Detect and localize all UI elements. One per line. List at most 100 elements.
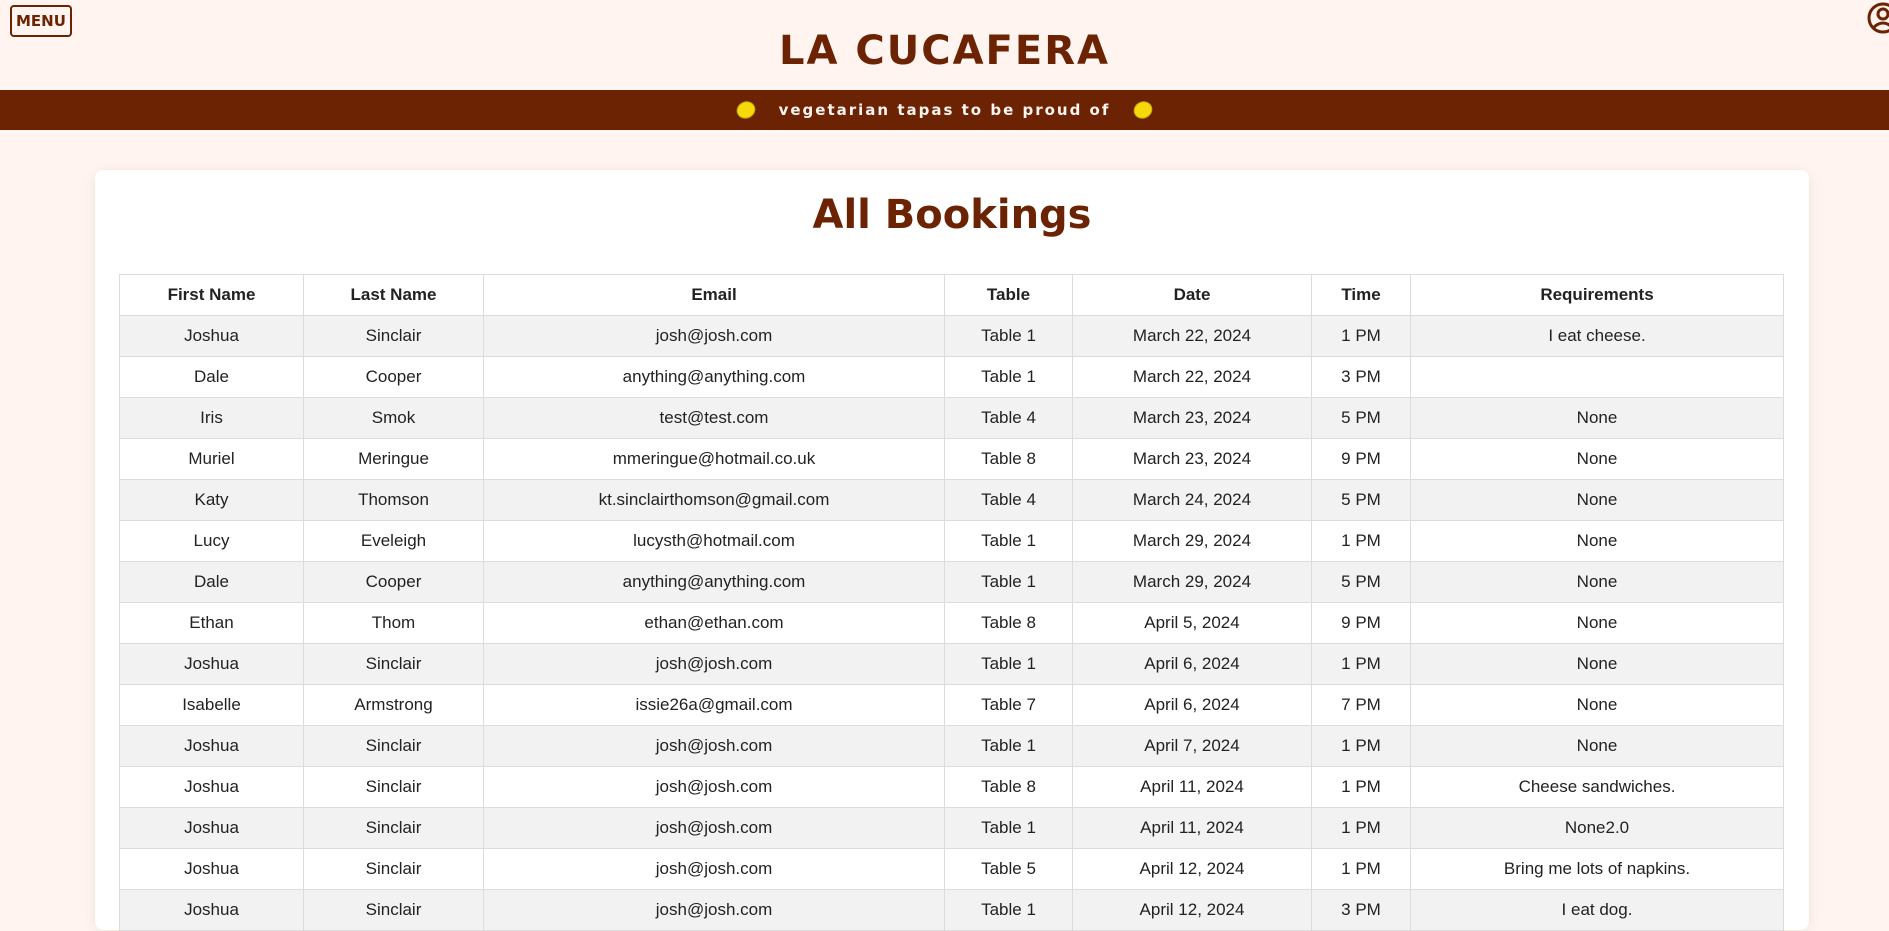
time-cell: 1 PM xyxy=(1311,807,1411,849)
email-cell: josh@josh.com xyxy=(483,807,945,849)
table-row: Iris Smok test@test.com Table 4 March 23, 20… xyxy=(119,397,1784,439)
table-row: Lucy Eveleigh lucysth@hotmail.com Table 1 Ma… xyxy=(119,520,1784,562)
last-name-cell: Cooper xyxy=(303,561,484,603)
requirements-cell: Cheese sandwiches. xyxy=(1410,766,1784,808)
tagline-banner: vegetarian tapas to be proud of xyxy=(0,90,1889,130)
first-name-cell: Dale xyxy=(119,561,304,603)
table-cell: Table 1 xyxy=(944,725,1073,767)
column-header-first-name: First Name xyxy=(119,274,304,316)
requirements-cell: None xyxy=(1410,479,1784,521)
requirements-cell: None xyxy=(1410,561,1784,603)
table-cell: Table 1 xyxy=(944,807,1073,849)
last-name-cell: Thom xyxy=(303,602,484,644)
first-name-cell: Joshua xyxy=(119,643,304,685)
site-header: MENU LA CUCAFERA xyxy=(0,0,1889,90)
first-name-cell: Ethan xyxy=(119,602,304,644)
column-header-date: Date xyxy=(1072,274,1312,316)
date-cell: April 7, 2024 xyxy=(1072,725,1312,767)
table-cell: Table 8 xyxy=(944,602,1073,644)
email-cell: josh@josh.com xyxy=(483,766,945,808)
email-cell: josh@josh.com xyxy=(483,848,945,890)
last-name-cell: Sinclair xyxy=(303,889,484,931)
time-cell: 5 PM xyxy=(1311,479,1411,521)
table-cell: Table 1 xyxy=(944,643,1073,685)
date-cell: March 24, 2024 xyxy=(1072,479,1312,521)
email-cell: kt.sinclairthomson@gmail.com xyxy=(483,479,945,521)
first-name-cell: Iris xyxy=(119,397,304,439)
email-cell: issie26a@gmail.com xyxy=(483,684,945,726)
first-name-cell: Lucy xyxy=(119,520,304,562)
first-name-cell: Muriel xyxy=(119,438,304,480)
date-cell: April 11, 2024 xyxy=(1072,807,1312,849)
table-row: Dale Cooper anything@anything.com Table 1 Ma… xyxy=(119,561,1784,603)
email-cell: anything@anything.com xyxy=(483,356,945,398)
time-cell: 1 PM xyxy=(1311,725,1411,767)
table-cell: Table 1 xyxy=(944,561,1073,603)
table-cell: Table 4 xyxy=(944,479,1073,521)
table-cell: Table 8 xyxy=(944,438,1073,480)
date-cell: March 23, 2024 xyxy=(1072,397,1312,439)
email-cell: ethan@ethan.com xyxy=(483,602,945,644)
first-name-cell: Joshua xyxy=(119,848,304,890)
last-name-cell: Sinclair xyxy=(303,848,484,890)
first-name-cell: Dale xyxy=(119,356,304,398)
table-row: Joshua Sinclair josh@josh.com Table 1 April … xyxy=(119,643,1784,685)
email-cell: josh@josh.com xyxy=(483,725,945,767)
account-circle-icon[interactable] xyxy=(1865,0,1889,36)
brand-title[interactable]: LA CUCAFERA xyxy=(0,28,1889,74)
first-name-cell: Joshua xyxy=(119,725,304,767)
tagline-text: vegetarian tapas to be proud of xyxy=(778,101,1111,119)
requirements-cell: I eat cheese. xyxy=(1410,315,1784,357)
last-name-cell: Smok xyxy=(303,397,484,439)
table-row: Isabelle Armstrong issie26a@gmail.com Table… xyxy=(119,684,1784,726)
last-name-cell: Sinclair xyxy=(303,807,484,849)
last-name-cell: Meringue xyxy=(303,438,484,480)
table-cell: Table 1 xyxy=(944,520,1073,562)
last-name-cell: Eveleigh xyxy=(303,520,484,562)
table-cell: Table 1 xyxy=(944,889,1073,931)
time-cell: 1 PM xyxy=(1311,315,1411,357)
table-row: Joshua Sinclair josh@josh.com Table 1 April … xyxy=(119,889,1784,931)
table-cell: Table 5 xyxy=(944,848,1073,890)
email-cell: josh@josh.com xyxy=(483,315,945,357)
date-cell: March 23, 2024 xyxy=(1072,438,1312,480)
last-name-cell: Thomson xyxy=(303,479,484,521)
last-name-cell: Sinclair xyxy=(303,725,484,767)
table-row: Joshua Sinclair josh@josh.com Table 1 March … xyxy=(119,315,1784,357)
table-row: Joshua Sinclair josh@josh.com Table 1 April … xyxy=(119,725,1784,767)
requirements-cell: None xyxy=(1410,520,1784,562)
date-cell: March 29, 2024 xyxy=(1072,520,1312,562)
column-header-time: Time xyxy=(1311,274,1411,316)
first-name-cell: Isabelle xyxy=(119,684,304,726)
lemon-icon xyxy=(736,101,755,119)
time-cell: 1 PM xyxy=(1311,766,1411,808)
table-row: Dale Cooper anything@anything.com Table 1 Ma… xyxy=(119,356,1784,398)
column-header-email: Email xyxy=(483,274,945,316)
time-cell: 3 PM xyxy=(1311,889,1411,931)
date-cell: April 11, 2024 xyxy=(1072,766,1312,808)
first-name-cell: Joshua xyxy=(119,889,304,931)
table-cell: Table 8 xyxy=(944,766,1073,808)
first-name-cell: Joshua xyxy=(119,807,304,849)
column-header-table: Table xyxy=(944,274,1073,316)
page-title: All Bookings xyxy=(812,192,1092,238)
lemon-icon xyxy=(1134,101,1153,119)
requirements-cell: Bring me lots of napkins. xyxy=(1410,848,1784,890)
requirements-cell: None xyxy=(1410,725,1784,767)
date-cell: March 29, 2024 xyxy=(1072,561,1312,603)
table-row: Katy Thomson kt.sinclairthomson@gmail.com T… xyxy=(119,479,1784,521)
email-cell: josh@josh.com xyxy=(483,889,945,931)
requirements-cell xyxy=(1410,356,1784,398)
requirements-cell: None xyxy=(1410,684,1784,726)
table-cell: Table 1 xyxy=(944,315,1073,357)
requirements-cell: None2.0 xyxy=(1410,807,1784,849)
requirements-cell: None xyxy=(1410,438,1784,480)
date-cell: April 6, 2024 xyxy=(1072,643,1312,685)
requirements-cell: None xyxy=(1410,397,1784,439)
time-cell: 7 PM xyxy=(1311,684,1411,726)
first-name-cell: Joshua xyxy=(119,315,304,357)
date-cell: April 5, 2024 xyxy=(1072,602,1312,644)
first-name-cell: Katy xyxy=(119,479,304,521)
time-cell: 1 PM xyxy=(1311,520,1411,562)
table-row: Muriel Meringue mmeringue@hotmail.co.uk Tab… xyxy=(119,438,1784,480)
